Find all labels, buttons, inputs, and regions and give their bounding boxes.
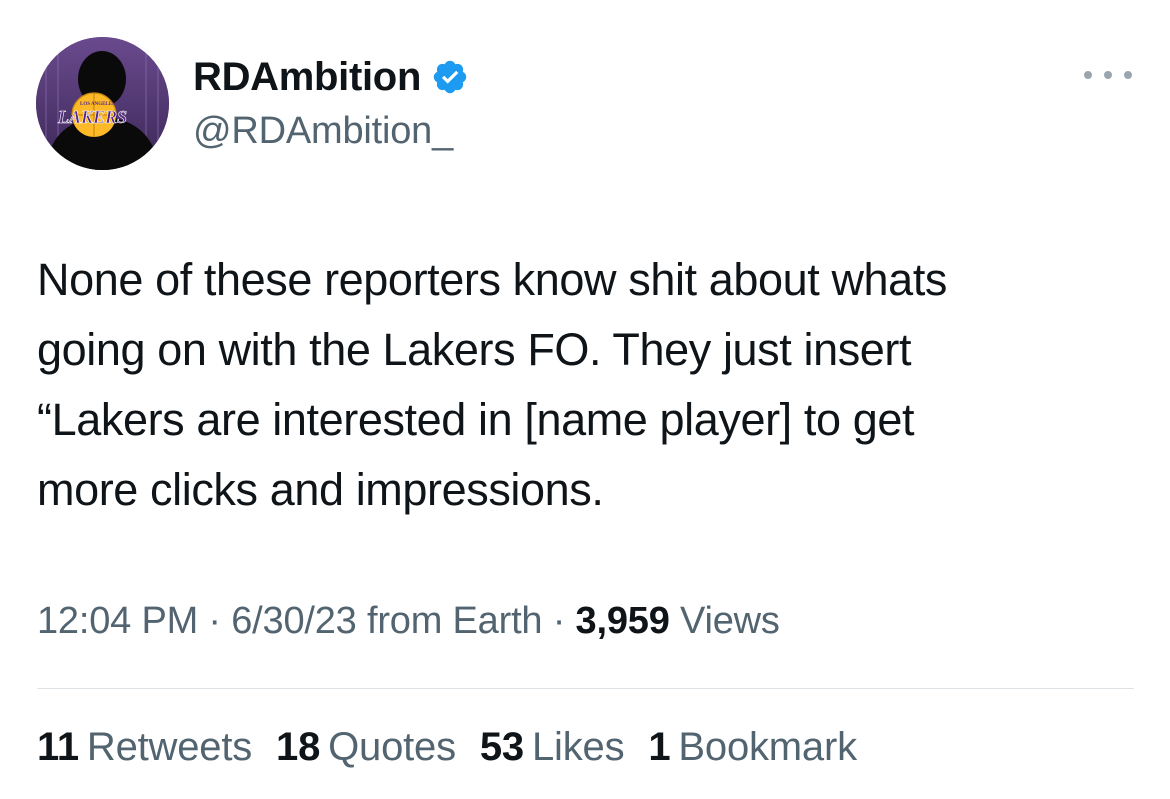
meta-separator: · bbox=[198, 600, 232, 642]
views-label: Views bbox=[669, 600, 780, 642]
quotes-stat[interactable]: 18 Quotes bbox=[276, 725, 456, 770]
retweets-label: Retweets bbox=[86, 725, 253, 769]
tweet-date[interactable]: 6/30/23 bbox=[231, 600, 357, 642]
retweets-count: 11 bbox=[37, 725, 79, 769]
quotes-label: Quotes bbox=[328, 725, 456, 769]
tweet-meta: 12:04 PM · 6/30/23 from Earth · 3,959 Vi… bbox=[37, 600, 780, 643]
likes-stat[interactable]: 53 Likes bbox=[479, 725, 625, 770]
avatar[interactable]: LOS ANGELES LAKERS bbox=[36, 37, 169, 170]
more-dot bbox=[1124, 71, 1132, 79]
avatar-logo-text: LAKERS bbox=[57, 107, 127, 127]
more-dot bbox=[1084, 71, 1092, 79]
likes-label: Likes bbox=[531, 725, 625, 769]
tweet-card: LOS ANGELES LAKERS RDAmbition @RDAmbitio… bbox=[0, 0, 1170, 799]
retweets-stat[interactable]: 11 Retweets bbox=[37, 725, 252, 770]
lakers-logo-avatar-icon: LOS ANGELES LAKERS bbox=[36, 37, 169, 170]
engagement-stats: 11 Retweets 18 Quotes 53 Likes 1 Bookmark bbox=[37, 725, 881, 770]
bookmarks-label: Bookmark bbox=[678, 725, 857, 769]
more-options-icon[interactable] bbox=[1084, 60, 1132, 90]
verified-badge-icon[interactable] bbox=[431, 58, 469, 96]
more-dot bbox=[1104, 71, 1112, 79]
author-display-name[interactable]: RDAmbition bbox=[193, 55, 421, 100]
tweet-source: from Earth bbox=[356, 600, 543, 642]
author-name-row: RDAmbition bbox=[193, 53, 469, 101]
author-handle[interactable]: @RDAmbition_ bbox=[193, 110, 453, 153]
likes-count: 53 bbox=[479, 725, 524, 769]
bookmarks-count: 1 bbox=[648, 725, 671, 769]
meta-separator: · bbox=[542, 600, 576, 642]
views-count: 3,959 bbox=[575, 600, 670, 642]
divider bbox=[37, 688, 1134, 689]
tweet-time[interactable]: 12:04 PM bbox=[37, 600, 198, 642]
tweet-text: None of these reporters know shit about … bbox=[37, 254, 948, 515]
bookmarks-stat[interactable]: 1 Bookmark bbox=[648, 725, 857, 770]
quotes-count: 18 bbox=[276, 725, 321, 769]
